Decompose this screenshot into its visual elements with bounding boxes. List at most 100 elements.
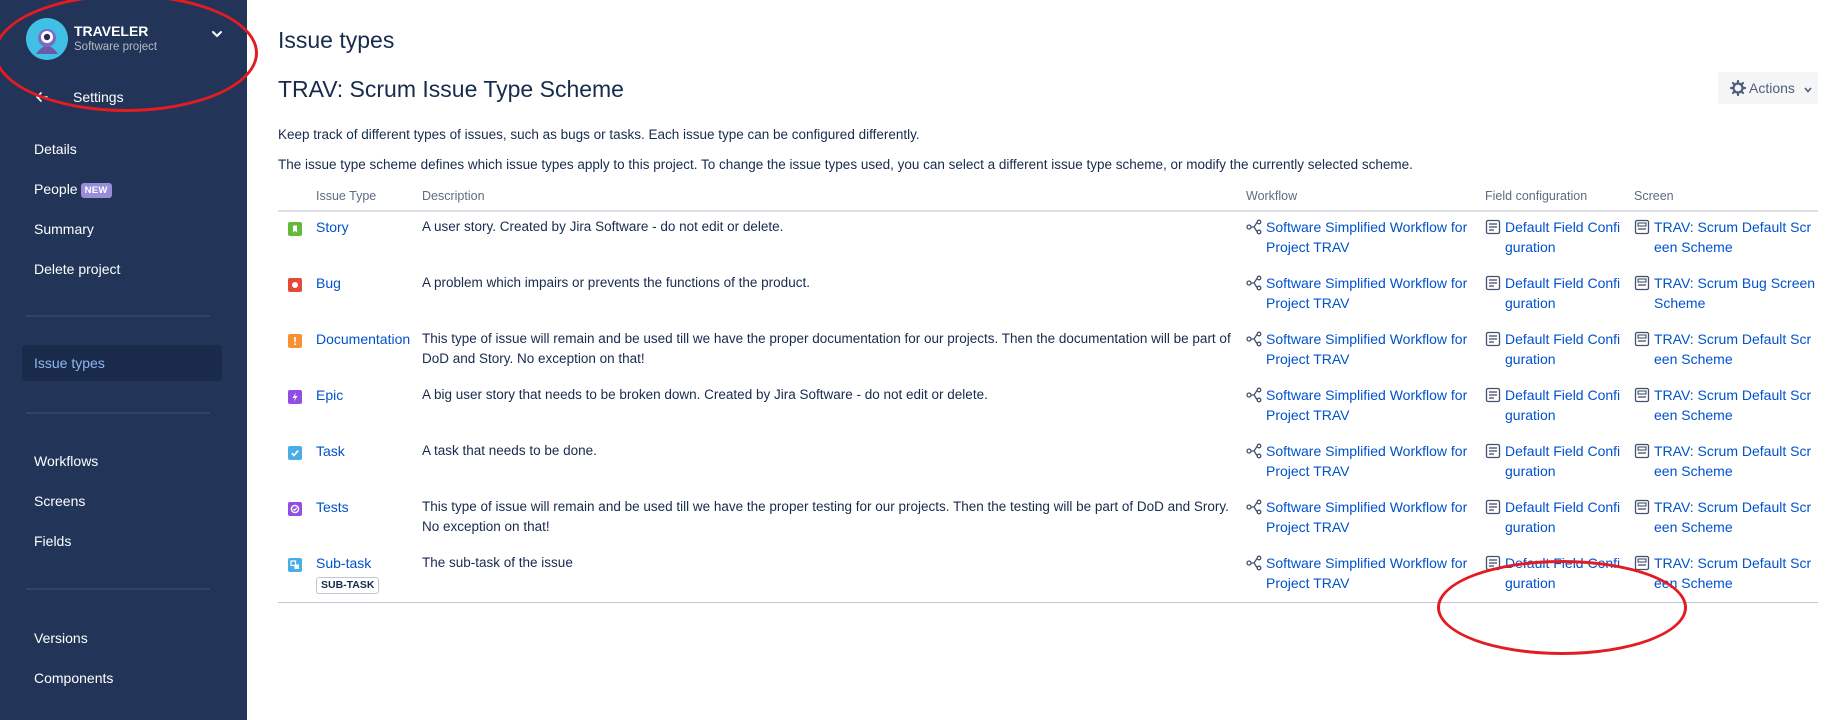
field-config-link[interactable]: Default Field Configuration [1485,497,1625,537]
table-header: Issue Type Description Workflow Field co… [278,183,1818,212]
workflow-cell: Software Simplified Workflow for Project… [1246,553,1476,593]
chevron-down-icon[interactable] [209,26,225,42]
screen-cell: TRAV: Scrum Default Screen Scheme [1634,553,1818,593]
col-description: Description [422,189,485,203]
field-config-link[interactable]: Default Field Configuration [1485,385,1625,425]
sidebar-item-label: Fields [34,533,72,549]
table-row: Story A user story. Created by Jira Softw… [278,210,1818,266]
screen-scheme-link[interactable]: TRAV: Scrum Default Screen Scheme [1634,441,1818,481]
workflow-link[interactable]: Software Simplified Workflow for Project… [1246,273,1476,313]
issue-type-description: A big user story that needs to be broken… [422,387,988,402]
issue-type-description: The sub-task of the issue [422,555,573,570]
workflow-link[interactable]: Software Simplified Workflow for Project… [1246,329,1476,369]
workflow-cell: Software Simplified Workflow for Project… [1246,385,1476,425]
field-config-link[interactable]: Default Field Configuration [1485,329,1625,369]
screen-cell: TRAV: Scrum Default Screen Scheme [1634,329,1818,369]
issue-type-link-task[interactable]: Task [316,443,345,459]
workflow-link[interactable]: Software Simplified Workflow for Project… [1246,217,1476,257]
col-workflow: Workflow [1246,189,1298,203]
workflow-icon [1246,387,1262,403]
screen-cell: TRAV: Scrum Default Screen Scheme [1634,441,1818,481]
issue-type-cell: Tests [316,497,416,517]
workflow-link[interactable]: Software Simplified Workflow for Project… [1246,553,1476,593]
new-badge: NEW [80,183,112,198]
project-avatar [26,18,68,60]
issue-type-cell: Bug [316,273,416,293]
issue-type-link-tests[interactable]: Tests [316,499,349,515]
sidebar-item-issue-types[interactable]: Issue types [22,345,222,381]
screen-scheme-icon [1634,275,1650,291]
sidebar-item-delete-project[interactable]: Delete project [22,251,222,287]
workflow-link[interactable]: Software Simplified Workflow for Project… [1246,441,1476,481]
sidebar-item-label: Versions [34,630,88,646]
field-config-cell: Default Field Configuration [1485,553,1625,593]
sidebar-item-summary[interactable]: Summary [22,211,222,247]
workflow-cell: Software Simplified Workflow for Project… [1246,441,1476,481]
issue-type-cell: Sub-task SUB-TASK [316,553,416,594]
sidebar-item-label: Delete project [34,261,121,277]
sidebar-item-versions[interactable]: Versions [22,620,222,656]
sidebar: TRAVELER Software project Settings Detai… [0,0,247,720]
field-config-link[interactable]: Default Field Configuration [1485,217,1625,257]
arrow-left-icon [34,89,50,105]
main-content: Issue types TRAV: Scrum Issue Type Schem… [247,0,1843,720]
screen-scheme-link[interactable]: TRAV: Scrum Default Screen Scheme [1634,217,1818,257]
table-row: Task A task that needs to be done. Softwar… [278,434,1818,490]
workflow-cell: Software Simplified Workflow for Project… [1246,329,1476,369]
field-config-cell: Default Field Configuration [1485,497,1625,537]
sidebar-item-label: Details [34,141,77,157]
issue-type-cell: Epic [316,385,416,405]
issue-type-link-bug[interactable]: Bug [316,275,341,291]
workflow-link[interactable]: Software Simplified Workflow for Project… [1246,385,1476,425]
table-row: Documentation This type of issue will rem… [278,322,1818,378]
field-config-link[interactable]: Default Field Configuration [1485,553,1625,593]
col-screen: Screen [1634,189,1674,203]
screen-scheme-icon [1634,219,1650,235]
field-config-cell: Default Field Configuration [1485,217,1625,257]
actions-label: Actions [1749,80,1795,96]
field-config-cell: Default Field Configuration [1485,441,1625,481]
screen-scheme-link[interactable]: TRAV: Scrum Default Screen Scheme [1634,385,1818,425]
sidebar-item-components[interactable]: Components [22,660,222,696]
workflow-link[interactable]: Software Simplified Workflow for Project… [1246,497,1476,537]
sidebar-item-fields[interactable]: Fields [22,523,222,559]
issue-type-description: A problem which impairs or prevents the … [422,275,810,290]
issue-type-link-epic[interactable]: Epic [316,387,343,403]
actions-button[interactable]: Actions [1718,72,1818,104]
field-config-icon [1485,443,1501,459]
project-name: TRAVELER [74,23,149,39]
field-config-link[interactable]: Default Field Configuration [1485,441,1625,481]
sidebar-item-screens[interactable]: Screens [22,483,222,519]
workflow-cell: Software Simplified Workflow for Project… [1246,273,1476,313]
field-config-icon [1485,219,1501,235]
screen-cell: TRAV: Scrum Default Screen Scheme [1634,217,1818,257]
scheme-description: The issue type scheme defines which issu… [278,157,1413,172]
field-config-link[interactable]: Default Field Configuration [1485,273,1625,313]
sidebar-item-workflows[interactable]: Workflows [22,443,222,479]
sidebar-item-details[interactable]: Details [22,131,222,167]
field-config-icon [1485,331,1501,347]
screen-cell: TRAV: Scrum Bug Screen Scheme [1634,273,1818,313]
col-field-configuration: Field configuration [1485,189,1588,203]
screen-scheme-link[interactable]: TRAV: Scrum Default Screen Scheme [1634,497,1818,537]
sidebar-item-people[interactable]: People NEW [22,171,222,207]
sidebar-item-label: Workflows [34,453,99,469]
sidebar-divider [26,588,210,590]
page-title: Issue types [278,27,395,53]
issue-type-link-documentation[interactable]: Documentation [316,331,410,347]
issue-type-link-sub-task[interactable]: Sub-task [316,555,371,571]
chevron-down-icon [1803,82,1813,93]
project-switcher[interactable]: TRAVELER Software project [26,18,236,60]
table-row: Tests This type of issue will remain and … [278,490,1818,546]
screen-scheme-link[interactable]: TRAV: Scrum Bug Screen Scheme [1634,273,1818,313]
workflow-icon [1246,443,1262,459]
back-to-settings[interactable]: Settings [34,86,234,110]
sidebar-item-label: Summary [34,221,94,237]
screen-scheme-link[interactable]: TRAV: Scrum Default Screen Scheme [1634,553,1818,593]
sidebar-item-label: Components [34,670,114,686]
screen-scheme-icon [1634,331,1650,347]
screen-scheme-link[interactable]: TRAV: Scrum Default Screen Scheme [1634,329,1818,369]
table-bottom-border [278,602,1818,603]
project-type: Software project [74,41,158,53]
issue-type-link-story[interactable]: Story [316,219,349,235]
